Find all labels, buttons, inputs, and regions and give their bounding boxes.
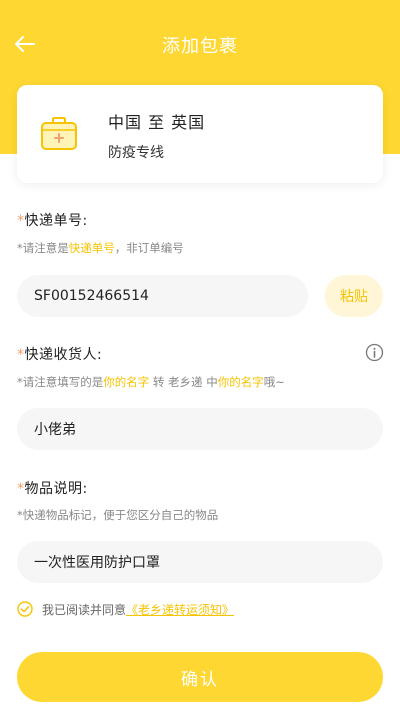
info-icon[interactable] xyxy=(365,343,384,362)
required-star: * xyxy=(17,347,25,363)
agreement-link[interactable]: 《老乡递转运须知》 xyxy=(126,601,234,618)
item-label: *物品说明: xyxy=(17,481,88,497)
route-card: 中国 至 英国 防疫专线 xyxy=(17,85,383,183)
item-hint: *快递物品标记，便于您区分自己的物品 xyxy=(17,508,219,522)
required-star: * xyxy=(17,481,25,497)
medical-kit-icon xyxy=(41,117,77,150)
tracking-input[interactable]: SF00152466514 xyxy=(17,275,308,317)
tracking-label: *快递单号: xyxy=(17,213,88,229)
required-star: * xyxy=(17,213,25,229)
paste-button[interactable]: 粘贴 xyxy=(325,275,383,317)
nav-bar: 添加包裹 xyxy=(0,0,400,88)
agreement-text: 我已阅读并同意 xyxy=(42,602,127,617)
item-input[interactable]: 一次性医用防护口罩 xyxy=(17,541,383,583)
checkmark-circle-icon[interactable] xyxy=(17,601,33,617)
tracking-hint: *请注意是快递单号，非订单编号 xyxy=(17,241,184,255)
page-title: 添加包裹 xyxy=(162,36,238,57)
recipient-label: *快递收货人: xyxy=(17,347,103,363)
route-label: 中国 至 英国 xyxy=(108,113,206,132)
recipient-hint: *请注意填写的是你的名字 转 老乡递 中你的名字哦~ xyxy=(17,375,285,389)
recipient-input[interactable]: 小佬弟 xyxy=(17,408,383,450)
confirm-button[interactable]: 确认 xyxy=(17,652,383,702)
agreement-row: 我已阅读并同意 《老乡递转运须知》 xyxy=(17,600,234,618)
service-label: 防疫专线 xyxy=(108,145,164,161)
